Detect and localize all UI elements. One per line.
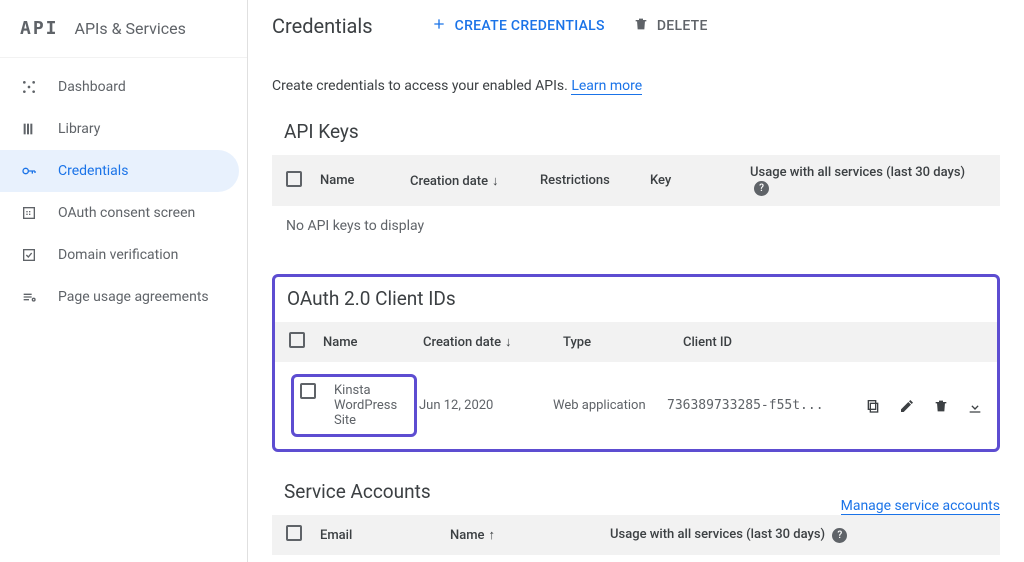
sidebar-item-library[interactable]: Library (0, 108, 247, 150)
col-name[interactable]: Name↑ (450, 527, 610, 543)
consent-icon (20, 204, 38, 222)
oauth-title: OAuth 2.0 Client IDs (287, 287, 997, 310)
service-accounts-header: Email Name↑ Usage with all services (las… (272, 515, 1000, 555)
col-name[interactable]: Name (323, 335, 423, 350)
col-usage[interactable]: Usage with all services (last 30 days) ? (610, 527, 986, 543)
intro-text: Create credentials to access your enable… (272, 78, 1000, 94)
page-title: Credentials (272, 14, 373, 38)
api-keys-header: Name Creation date↓ Restrictions Key Usa… (272, 155, 1000, 206)
select-all-checkbox[interactable] (286, 525, 302, 541)
arrow-down-icon: ↓ (505, 335, 512, 350)
learn-more-link[interactable]: Learn more (571, 78, 642, 95)
agreements-icon (20, 288, 38, 306)
create-label: CREATE CREDENTIALS (455, 18, 605, 34)
brand-logo: API (20, 18, 59, 39)
copy-icon[interactable] (865, 398, 881, 414)
plus-icon (431, 16, 447, 36)
check-icon (20, 246, 38, 264)
col-client-id[interactable]: Client ID (683, 335, 983, 350)
col-email[interactable]: Email (320, 528, 450, 543)
library-icon (20, 120, 38, 138)
col-usage[interactable]: Usage with all services (last 30 days) ? (750, 165, 986, 196)
delete-label: DELETE (657, 18, 708, 34)
col-type[interactable]: Type (563, 335, 683, 350)
api-keys-empty: No API keys to display (272, 206, 1000, 246)
sidebar-item-label: Domain verification (58, 247, 178, 263)
help-icon[interactable]: ? (832, 528, 847, 543)
sidebar-item-label: OAuth consent screen (58, 205, 195, 221)
row-checkbox[interactable] (300, 383, 316, 399)
service-accounts-section: Service Accounts Manage service accounts… (272, 480, 1000, 562)
key-icon (20, 162, 38, 180)
oauth-header: Name Creation date↓ Type Client ID (275, 322, 997, 362)
sidebar: API APIs & Services Dashboard Library Cr… (0, 0, 248, 562)
api-keys-section: API Keys Name Creation date↓ Restriction… (272, 120, 1000, 246)
sidebar-item-label: Credentials (58, 163, 128, 179)
oauth-section: OAuth 2.0 Client IDs Name Creation date↓… (272, 274, 1000, 452)
sidebar-nav: Dashboard Library Credentials OAuth cons… (0, 58, 247, 326)
col-creation[interactable]: Creation date↓ (410, 173, 540, 189)
edit-icon[interactable] (899, 398, 915, 414)
arrow-down-icon: ↓ (492, 174, 499, 189)
sidebar-item-dashboard[interactable]: Dashboard (0, 66, 247, 108)
sidebar-item-oauth[interactable]: OAuth consent screen (0, 192, 247, 234)
trash-icon (633, 16, 649, 36)
toolbar: Credentials CREATE CREDENTIALS DELETE (248, 0, 1024, 52)
sidebar-item-label: Page usage agreements (58, 289, 209, 305)
row-creation: Jun 12, 2020 (419, 398, 553, 413)
table-row[interactable]: Kinsta WordPress Site Jun 12, 2020 Web a… (275, 362, 997, 449)
arrow-up-icon: ↑ (489, 528, 496, 543)
col-creation[interactable]: Creation date↓ (423, 334, 563, 350)
api-keys-title: API Keys (284, 120, 1000, 143)
help-icon[interactable]: ? (754, 181, 769, 196)
select-all-checkbox[interactable] (289, 332, 305, 348)
sidebar-item-label: Dashboard (58, 79, 126, 95)
col-restrictions[interactable]: Restrictions (540, 173, 650, 188)
delete-button[interactable]: DELETE (633, 16, 708, 36)
row-client-id: 736389733285-f55t... (667, 398, 865, 413)
row-type: Web application (553, 398, 667, 413)
row-name[interactable]: Kinsta WordPress Site (334, 383, 408, 428)
dashboard-icon (20, 78, 38, 96)
sidebar-item-domain[interactable]: Domain verification (0, 234, 247, 276)
manage-service-accounts-link[interactable]: Manage service accounts (841, 498, 1000, 515)
sidebar-item-credentials[interactable]: Credentials (0, 150, 239, 192)
brand-header: API APIs & Services (0, 0, 247, 58)
create-credentials-button[interactable]: CREATE CREDENTIALS (431, 16, 605, 36)
service-accounts-empty: No service accounts to display (272, 555, 1000, 562)
main-content: Credentials CREATE CREDENTIALS DELETE Cr… (248, 0, 1024, 562)
brand-title: APIs & Services (75, 19, 186, 38)
delete-icon[interactable] (933, 398, 949, 414)
col-name[interactable]: Name (320, 173, 410, 188)
select-all-checkbox[interactable] (286, 171, 302, 187)
sidebar-item-agreements[interactable]: Page usage agreements (0, 276, 247, 318)
service-accounts-title: Service Accounts (284, 480, 431, 503)
download-icon[interactable] (967, 398, 983, 414)
col-key[interactable]: Key (650, 173, 750, 188)
sidebar-item-label: Library (58, 121, 100, 137)
